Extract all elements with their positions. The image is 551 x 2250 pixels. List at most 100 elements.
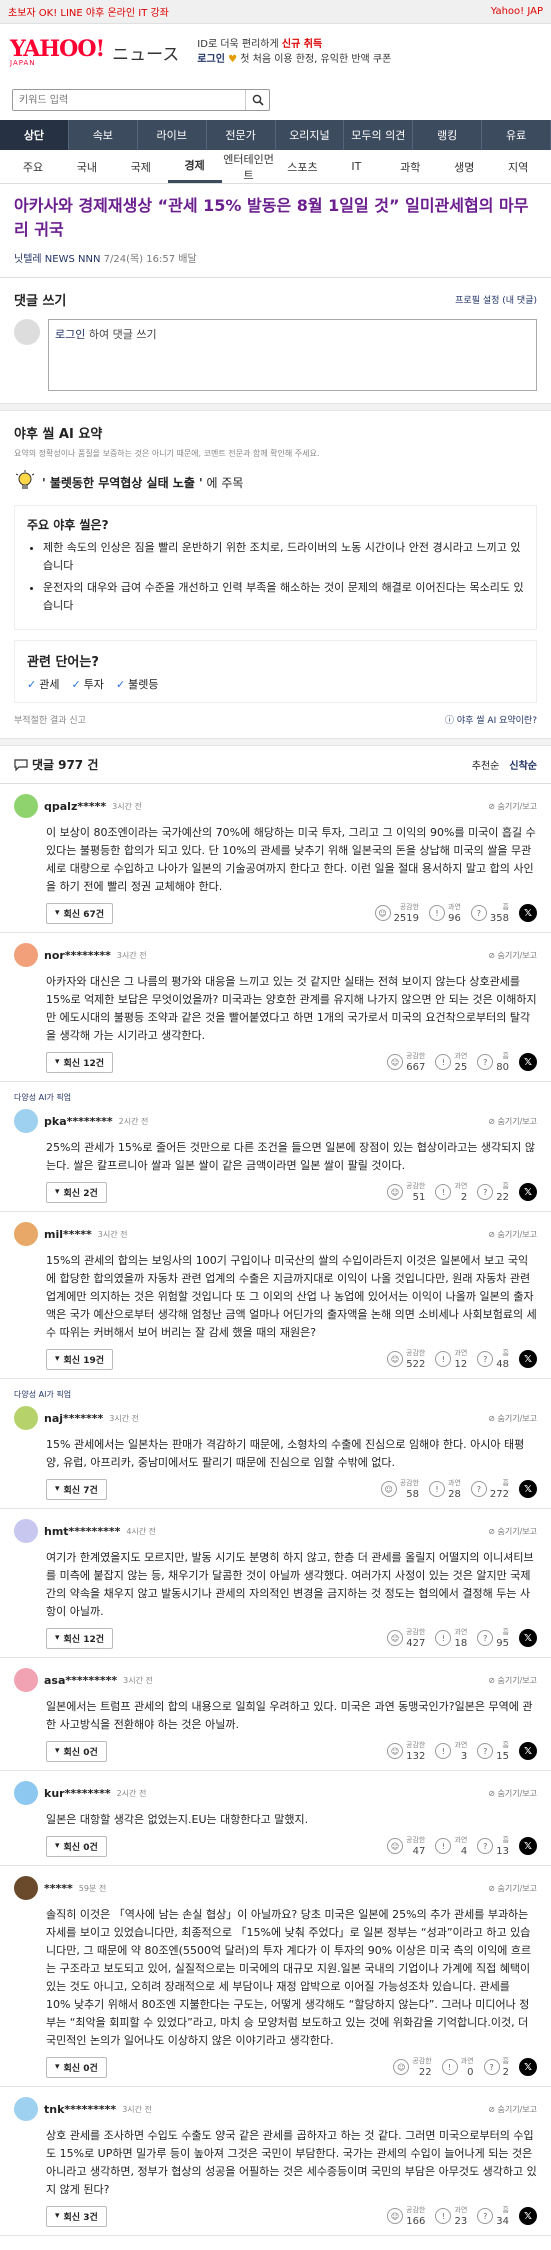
hide-report-button[interactable]: ⊘ 숨기기/보고 xyxy=(488,2104,537,2115)
username[interactable]: mil***** xyxy=(44,1228,92,1241)
hmm-button[interactable]: ? 흠 15 xyxy=(477,1740,509,1762)
article-title[interactable]: 아카사와 경제재생상 “관세 15% 발동은 8월 1일일 것” 일미관세협의 … xyxy=(0,184,551,246)
category-tab[interactable]: 엔터테인먼트 xyxy=(222,150,276,183)
avatar[interactable] xyxy=(14,1222,38,1246)
indeed-button[interactable]: ! 과연 28 xyxy=(429,1478,461,1500)
avatar[interactable] xyxy=(14,1519,38,1543)
replies-button[interactable]: ▾ 회신 12건 xyxy=(46,1627,114,1649)
keyword-chip[interactable]: ✓ 관세 xyxy=(27,676,59,692)
x-share-icon[interactable]: 𝕏 xyxy=(519,1480,537,1498)
x-share-icon[interactable]: 𝕏 xyxy=(519,1183,537,1201)
username[interactable]: nor******** xyxy=(44,949,111,962)
username[interactable]: kur******** xyxy=(44,1787,111,1800)
gnav-item[interactable]: 속보 xyxy=(69,120,138,150)
category-tab[interactable]: 국제 xyxy=(114,150,168,183)
hide-report-button[interactable]: ⊘ 숨기기/보고 xyxy=(488,1413,537,1424)
promo-topbar[interactable]: 초보자 OK! LINE 야후 온라인 IT 강좌 Yahoo! JAP xyxy=(0,0,551,24)
hide-report-button[interactable]: ⊘ 숨기기/보고 xyxy=(488,1675,537,1686)
indeed-button[interactable]: ! 과연 0 xyxy=(441,2056,474,2078)
sort-recommend-tab[interactable]: 추천순 xyxy=(472,757,500,772)
hmm-button[interactable]: ? 흠 358 xyxy=(470,902,509,924)
gnav-item[interactable]: 랭킹 xyxy=(413,120,483,150)
empathy-button[interactable]: ☺ 공감한 22 xyxy=(393,2056,432,2078)
indeed-button[interactable]: ! 과연 18 xyxy=(435,1627,467,1649)
category-tab[interactable]: 지역 xyxy=(491,150,545,183)
empathy-button[interactable]: ☺ 공감한 166 xyxy=(387,2205,425,2227)
replies-button[interactable]: ▾ 회신 0건 xyxy=(46,1740,107,1762)
empathy-button[interactable]: ☺ 공감한 522 xyxy=(387,1348,425,1370)
replies-button[interactable]: ▾ 회신 0건 xyxy=(46,1835,107,1857)
avatar[interactable] xyxy=(14,1876,38,1900)
indeed-button[interactable]: ! 과연 96 xyxy=(429,902,461,924)
indeed-button[interactable]: ! 과연 3 xyxy=(435,1740,467,1762)
username[interactable]: hmt********* xyxy=(44,1525,120,1538)
replies-button[interactable]: ▾ 회신 12건 xyxy=(46,1051,114,1073)
avatar[interactable] xyxy=(14,1109,38,1133)
comment-textarea[interactable]: 로그인 하여 댓글 쓰기 xyxy=(48,319,537,391)
avatar[interactable] xyxy=(14,2097,38,2121)
x-share-icon[interactable]: 𝕏 xyxy=(519,1742,537,1760)
empathy-button[interactable]: ☺ 공감한 2519 xyxy=(374,902,419,924)
hmm-button[interactable]: ? 흠 34 xyxy=(477,2205,509,2227)
category-tab[interactable]: 국내 xyxy=(60,150,114,183)
x-share-icon[interactable]: 𝕏 xyxy=(519,904,537,922)
x-share-icon[interactable]: 𝕏 xyxy=(519,2058,537,2076)
category-tab[interactable]: 과학 xyxy=(383,150,437,183)
empathy-button[interactable]: ☺ 공감한 47 xyxy=(387,1835,425,1857)
hmm-button[interactable]: ? 흠 22 xyxy=(477,1181,509,1203)
replies-button[interactable]: ▾ 회신 7건 xyxy=(46,1478,107,1500)
username[interactable]: qpalz***** xyxy=(44,800,106,813)
avatar[interactable] xyxy=(14,1406,38,1430)
avatar[interactable] xyxy=(14,794,38,818)
x-share-icon[interactable]: 𝕏 xyxy=(519,1629,537,1647)
indeed-button[interactable]: ! 과연 23 xyxy=(435,2205,467,2227)
avatar[interactable] xyxy=(14,943,38,967)
replies-button[interactable]: ▾ 회신 0건 xyxy=(46,2056,107,2078)
hmm-button[interactable]: ? 흠 13 xyxy=(477,1835,509,1857)
article-source[interactable]: 닛텔레 NEWS NNN xyxy=(14,254,100,265)
hide-report-button[interactable]: ⊘ 숨기기/보고 xyxy=(488,1116,537,1127)
category-tab[interactable]: 스포츠 xyxy=(276,150,330,183)
avatar[interactable] xyxy=(14,1781,38,1805)
site-title[interactable]: ニュース xyxy=(112,40,179,65)
gnav-item[interactable]: 상단 xyxy=(0,120,69,150)
hmm-button[interactable]: ? 흠 2 xyxy=(483,2056,509,2078)
username[interactable]: naj******* xyxy=(44,1412,103,1425)
indeed-button[interactable]: ! 과연 4 xyxy=(435,1835,467,1857)
empathy-button[interactable]: ☺ 공감한 132 xyxy=(387,1740,425,1762)
username[interactable]: pka******** xyxy=(44,1115,113,1128)
x-share-icon[interactable]: 𝕏 xyxy=(519,1350,537,1368)
keyword-chip[interactable]: ✓ 투자 xyxy=(71,676,103,692)
indeed-button[interactable]: ! 과연 12 xyxy=(435,1348,467,1370)
x-share-icon[interactable]: 𝕏 xyxy=(519,1837,537,1855)
replies-button[interactable]: ▾ 회신 2건 xyxy=(46,1181,107,1203)
replies-button[interactable]: ▾ 회신 3건 xyxy=(46,2205,107,2227)
gnav-item[interactable]: 오리지널 xyxy=(276,120,345,150)
empathy-button[interactable]: ☺ 공감한 51 xyxy=(387,1181,425,1203)
replies-button[interactable]: ▾ 회신 67건 xyxy=(46,902,114,924)
hide-report-button[interactable]: ⊘ 숨기기/보고 xyxy=(488,1788,537,1799)
gnav-item[interactable]: 전문가 xyxy=(207,120,276,150)
hide-report-button[interactable]: ⊘ 숨기기/보고 xyxy=(488,1883,537,1894)
gnav-item[interactable]: 유료 xyxy=(482,120,551,150)
replies-button[interactable]: ▾ 회신 19건 xyxy=(46,1348,114,1370)
indeed-button[interactable]: ! 과연 2 xyxy=(435,1181,467,1203)
signup-link[interactable]: 신규 취득 xyxy=(282,39,322,50)
sort-new-tab[interactable]: 신착순 xyxy=(509,757,537,772)
login-link[interactable]: 로그인 xyxy=(197,54,225,65)
login-link[interactable]: 로그인 xyxy=(55,328,85,341)
category-tab[interactable]: 생명 xyxy=(437,150,491,183)
search-button[interactable] xyxy=(245,90,269,110)
empathy-button[interactable]: ☺ 공감한 58 xyxy=(380,1478,419,1500)
yahoo-logo[interactable]: YAHOO! JAPAN xyxy=(10,38,105,67)
topbar-left-text[interactable]: 초보자 OK! LINE 야후 온라인 IT 강좌 xyxy=(8,4,169,19)
keyword-chip[interactable]: ✓ 불렛등 xyxy=(116,676,159,692)
category-tab[interactable]: IT xyxy=(329,150,383,183)
report-link[interactable]: 부적절한 결과 신고 xyxy=(14,713,86,726)
empathy-button[interactable]: ☺ 공감한 667 xyxy=(387,1051,425,1073)
hide-report-button[interactable]: ⊘ 숨기기/보고 xyxy=(488,801,537,812)
hide-report-button[interactable]: ⊘ 숨기기/보고 xyxy=(488,1229,537,1240)
username[interactable]: asa********* xyxy=(44,1674,117,1687)
category-tab[interactable]: 경제 xyxy=(167,150,222,183)
hide-report-button[interactable]: ⊘ 숨기기/보고 xyxy=(488,1526,537,1537)
